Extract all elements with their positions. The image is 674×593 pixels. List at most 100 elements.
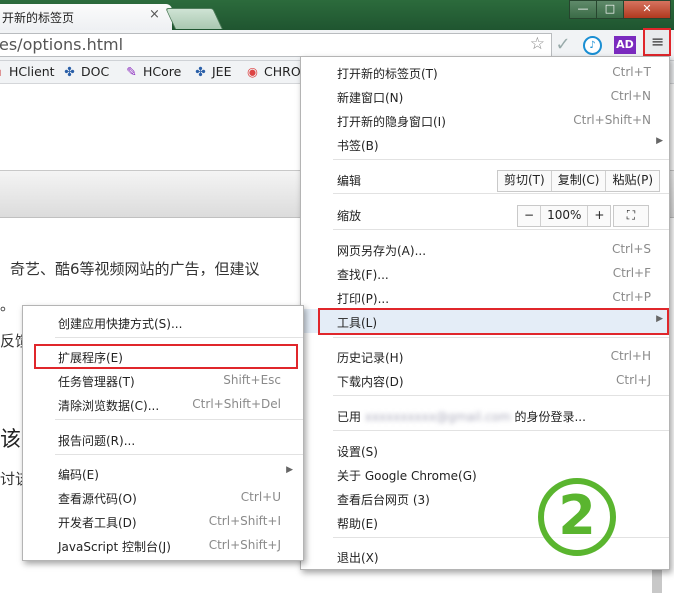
menu-separator	[333, 193, 669, 194]
menu-item-label: 开发者工具(D)	[58, 516, 137, 530]
menu-item-label: 历史记录(H)	[337, 351, 404, 365]
menu-item-label: 创建应用快捷方式(S)...	[58, 317, 183, 331]
menu-item-label: 网页另存为(A)...	[337, 244, 427, 258]
menu-item-shortcut: Ctrl+P	[612, 290, 651, 304]
tools-submenu: 创建应用快捷方式(S)... 扩展程序(E) 任务管理器(T) Shift+Es…	[22, 305, 304, 561]
fullscreen-group: ⛶	[613, 205, 649, 227]
menu-separator	[55, 337, 303, 338]
menu-item-label: JavaScript 控制台(J)	[58, 540, 171, 554]
menu-item-find[interactable]: 查找(F)... Ctrl+F	[301, 262, 669, 284]
menu-item-shortcut: Ctrl+Shift+N	[573, 113, 651, 127]
bookmark-chrome[interactable]: ◉ CHRO	[245, 64, 301, 79]
menu-item-label: 打开新的标签页(T)	[337, 67, 438, 81]
menu-item-label: 关于 Google Chrome(G)	[337, 469, 477, 483]
bookmark-hcore[interactable]: ✎ HCore	[124, 64, 181, 79]
menu-item-label: 帮助(E)	[337, 517, 378, 531]
maximize-button[interactable]: □	[596, 0, 624, 19]
menu-item-bookmarks[interactable]: 书签(B) ▶	[301, 133, 669, 155]
menu-item-settings[interactable]: 设置(S)	[301, 439, 669, 461]
menu-item-about[interactable]: 关于 Google Chrome(G)	[301, 463, 669, 485]
menu-item-exit[interactable]: 退出(X)	[301, 545, 669, 567]
bookmark-doc[interactable]: ✤ DOC	[62, 64, 109, 79]
submenu-item-task-manager[interactable]: 任务管理器(T) Shift+Esc	[23, 369, 303, 391]
submenu-item-view-source[interactable]: 查看源代码(O) Ctrl+U	[23, 486, 303, 508]
tab-new-tab[interactable]: 开新的标签页 ×	[0, 4, 172, 30]
menu-item-label: 查看源代码(O)	[58, 492, 137, 506]
menu-item-downloads[interactable]: 下载内容(D) Ctrl+J	[301, 369, 669, 391]
menu-item-shortcut: Ctrl+H	[610, 349, 651, 363]
bookmark-label: DOC	[81, 64, 110, 79]
signed-in-suffix: 的身份登录...	[514, 410, 586, 424]
hamburger-menu-icon: ≡	[651, 32, 665, 51]
bookmark-label: HCore	[143, 64, 182, 79]
menu-item-print[interactable]: 打印(P)... Ctrl+P	[301, 286, 669, 308]
close-window-button[interactable]: ✕	[623, 0, 671, 19]
menu-item-shortcut: Ctrl+F	[612, 266, 651, 280]
menu-separator	[333, 229, 669, 230]
menu-item-new-tab[interactable]: 打开新的标签页(T) Ctrl+T	[301, 61, 669, 83]
menu-item-shortcut: Ctrl+Shift+J	[208, 538, 281, 552]
menu-separator	[333, 537, 669, 538]
menu-separator	[333, 395, 669, 396]
submenu-arrow-icon: ▶	[286, 465, 293, 475]
menu-separator	[55, 454, 303, 455]
address-bar[interactable]: es/options.html ☆	[0, 33, 552, 57]
menu-separator	[333, 159, 669, 160]
zoom-out-button[interactable]: −	[518, 206, 540, 226]
new-tab-button[interactable]	[165, 8, 223, 29]
zoom-level: 100%	[540, 206, 587, 226]
menu-item-shortcut: Ctrl+T	[612, 65, 651, 79]
menu-item-label: 书签(B)	[337, 139, 379, 153]
check-extension-icon[interactable]: ✓	[553, 35, 573, 55]
menu-item-label: 编辑	[337, 174, 362, 188]
menu-item-new-window[interactable]: 新建窗口(N) Ctrl+N	[301, 85, 669, 107]
submenu-item-clear-data[interactable]: 清除浏览数据(C)... Ctrl+Shift+Del	[23, 393, 303, 415]
menu-item-save-as[interactable]: 网页另存为(A)... Ctrl+S	[301, 238, 669, 260]
menu-item-signed-in[interactable]: 已用 xxxxxxxxxx@gmail.com 的身份登录...	[301, 404, 669, 426]
submenu-item-report-issue[interactable]: 报告问题(R)...	[23, 428, 303, 450]
extensions-highlight-box	[34, 344, 298, 369]
signed-in-prefix: 已用	[337, 410, 362, 424]
menu-item-label: 查看后台网页 (3)	[337, 493, 430, 507]
chrome-menu-button[interactable]: ≡	[643, 28, 671, 56]
menu-item-edit: 编辑 剪切(T) 复制(C) 粘贴(P)	[301, 168, 669, 192]
jira-icon: ✤	[64, 64, 75, 79]
tab-close-icon[interactable]: ×	[149, 7, 160, 22]
signed-in-email: xxxxxxxxxx@gmail.com	[364, 410, 511, 424]
title-bar: 开新的标签页 × — □ ✕	[0, 0, 674, 30]
adblock-extension-icon[interactable]: AD	[614, 36, 636, 54]
menu-item-zoom: 缩放 − 100% + ⛶	[301, 203, 669, 227]
bookmark-label: HClient	[9, 64, 55, 79]
fullscreen-icon[interactable]: ⛶	[614, 206, 648, 226]
page-text-line: 奇艺、酷6等视频网站的广告，但建议	[10, 260, 260, 278]
menu-item-label: 退出(X)	[337, 551, 379, 565]
menu-item-label: 报告问题(R)...	[58, 434, 136, 448]
page-text-line: 。	[0, 296, 16, 314]
minimize-button[interactable]: —	[569, 0, 597, 19]
menu-item-label: 清除浏览数据(C)...	[58, 399, 160, 413]
address-bar-url[interactable]: es/options.html	[0, 35, 123, 54]
edit-button-group: 剪切(T) 复制(C) 粘贴(P)	[497, 170, 661, 192]
music-extension-icon[interactable]: ♪	[583, 36, 602, 55]
menu-item-history[interactable]: 历史记录(H) Ctrl+H	[301, 345, 669, 367]
cut-button[interactable]: 剪切(T)	[498, 171, 551, 191]
page-heading: 该	[0, 427, 21, 451]
menu-item-label: 打印(P)...	[337, 292, 390, 306]
jira-icon: ✤	[195, 64, 206, 79]
bookmark-icon: ▪	[0, 64, 5, 79]
copy-button[interactable]: 复制(C)	[550, 171, 606, 191]
submenu-item-encoding[interactable]: 编码(E) ▶	[23, 462, 303, 484]
page-scrollbar[interactable]	[652, 569, 662, 593]
menu-item-incognito[interactable]: 打开新的隐身窗口(I) Ctrl+Shift+N	[301, 109, 669, 131]
signed-in-text: 已用 xxxxxxxxxx@gmail.com 的身份登录...	[337, 408, 586, 425]
bookmark-jee[interactable]: ✤ JEE	[193, 64, 231, 79]
paste-button[interactable]: 粘贴(P)	[605, 171, 659, 191]
zoom-in-button[interactable]: +	[587, 206, 610, 226]
bookmark-star-icon[interactable]: ☆	[530, 34, 545, 54]
submenu-item-dev-tools[interactable]: 开发者工具(D) Ctrl+Shift+I	[23, 510, 303, 532]
menu-item-label: 查找(F)...	[337, 268, 389, 282]
submenu-item-js-console[interactable]: JavaScript 控制台(J) Ctrl+Shift+J	[23, 534, 303, 556]
submenu-item-create-shortcut[interactable]: 创建应用快捷方式(S)...	[23, 311, 303, 333]
menu-item-label: 打开新的隐身窗口(I)	[337, 115, 446, 129]
bookmark-hclient[interactable]: ▪ HClient	[0, 64, 55, 79]
